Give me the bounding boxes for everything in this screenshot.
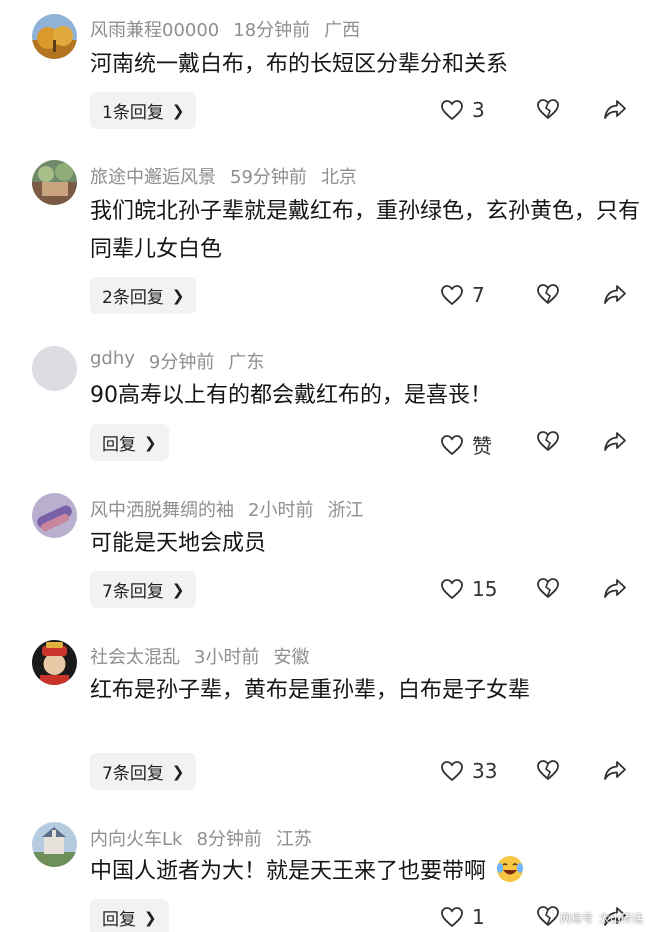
share-arrow-icon (604, 432, 626, 451)
timestamp: 3小时前 (194, 647, 260, 668)
action-bar: 33 (0, 753, 660, 790)
location: 浙江 (327, 500, 364, 521)
heart-outline-icon (441, 907, 463, 928)
location: 北京 (320, 167, 357, 188)
broken-heart-icon (537, 578, 559, 599)
comment-meta: gdhy 9分钟前 广东 (90, 348, 264, 374)
broken-heart-icon (537, 99, 559, 120)
action-bar: 15 (0, 571, 660, 608)
username[interactable]: 社会太混乱 (90, 643, 180, 669)
share-button[interactable] (603, 98, 627, 120)
action-bar: 7 (0, 277, 660, 314)
comment-meta: 风中洒脱舞绸的袖 2小时前 浙江 (90, 496, 363, 522)
timestamp: 9分钟前 (148, 352, 215, 373)
share-button[interactable] (603, 283, 627, 305)
avatar-image (32, 160, 77, 205)
location: 广东 (228, 352, 265, 373)
comment-text: 90高寿以上有的都会戴红布的，是喜丧！ (90, 383, 492, 408)
timestamp: 59分钟前 (230, 167, 307, 188)
broken-heart-icon (537, 760, 559, 781)
timestamp: 8分钟前 (196, 829, 262, 850)
avatar[interactable] (32, 493, 77, 538)
comment-text: 中国人逝者为大！就是天王来了也要带啊 (90, 853, 635, 891)
location: 安徽 (273, 647, 310, 668)
avatar-image (32, 822, 77, 867)
location: 广西 (324, 20, 361, 41)
comment-meta: 内向火车Lk 8分钟前 江苏 (90, 825, 312, 851)
comment-text: 红布是孙子辈，黄布是重孙辈，白布是子女辈 (90, 678, 531, 703)
share-button[interactable] (603, 759, 627, 781)
share-arrow-icon (604, 100, 626, 119)
timestamp: 18分钟前 (233, 20, 311, 41)
share-arrow-icon (604, 579, 626, 598)
avatar-image (32, 14, 77, 59)
broken-heart-icon (537, 431, 559, 452)
like-button[interactable]: 33 (440, 759, 497, 783)
timestamp: 2小时前 (248, 500, 314, 521)
username[interactable]: gdhy (90, 348, 135, 374)
laughing-crying-emoji-icon (497, 856, 524, 882)
avatar-image (32, 346, 77, 391)
action-bar: 3 (0, 92, 660, 129)
avatar[interactable] (32, 822, 77, 867)
avatar[interactable] (32, 640, 77, 685)
username[interactable]: 内向火车Lk (90, 825, 182, 851)
share-button[interactable] (603, 577, 627, 599)
share-button[interactable] (603, 430, 627, 452)
comment-meta: 风雨兼程00000 18分钟前 广西 (90, 16, 360, 42)
action-bar: 赞 (0, 424, 660, 461)
watermark-author: 太山砖话 (599, 912, 643, 925)
like-count: 3 (472, 98, 485, 122)
avatar-image (32, 493, 77, 538)
like-count: 15 (472, 577, 498, 601)
dislike-button[interactable] (536, 905, 560, 927)
avatar-image (32, 640, 77, 685)
comment-text: 我们皖北孙子辈就是戴红布，重孙绿色，玄孙黄色，只有同辈儿女白色 (90, 199, 641, 262)
comment-text: 可能是天地会成员 (90, 531, 267, 556)
comment-meta: 社会太混乱 3小时前 安徽 (90, 643, 309, 669)
comment-meta: 旅途中邂逅风景 59分钟前 北京 (90, 163, 357, 189)
avatar[interactable] (32, 160, 77, 205)
comment-text: 河南统一戴白布，布的长短区分辈分和关系 (90, 52, 509, 77)
like-button[interactable]: 15 (440, 577, 497, 601)
dislike-button[interactable] (536, 430, 560, 452)
watermark-source: 网易号 (560, 912, 593, 925)
comment-text-content: 中国人逝者为大！就是天王来了也要带啊 (90, 859, 487, 884)
like-button[interactable]: 赞 (440, 430, 492, 459)
heart-outline-icon (441, 434, 463, 455)
avatar[interactable] (32, 14, 77, 59)
like-count: 1 (472, 905, 485, 929)
location: 江苏 (275, 829, 312, 850)
username[interactable]: 风中洒脱舞绸的袖 (90, 496, 234, 522)
broken-heart-icon (537, 284, 559, 305)
like-count: 33 (472, 759, 498, 783)
like-button[interactable]: 1 (440, 905, 485, 929)
like-count: 赞 (472, 434, 492, 458)
username[interactable]: 旅途中邂逅风景 (90, 163, 216, 189)
like-button[interactable]: 7 (440, 283, 485, 307)
dislike-button[interactable] (536, 577, 560, 599)
heart-outline-icon (441, 285, 463, 306)
dislike-button[interactable] (536, 283, 560, 305)
share-arrow-icon (604, 285, 626, 304)
username[interactable]: 风雨兼程00000 (90, 16, 219, 42)
like-count: 7 (472, 283, 485, 307)
share-arrow-icon (604, 761, 626, 780)
dislike-button[interactable] (536, 98, 560, 120)
avatar[interactable] (32, 346, 77, 391)
broken-heart-icon (537, 906, 559, 927)
dislike-button[interactable] (536, 759, 560, 781)
heart-outline-icon (441, 579, 463, 600)
like-button[interactable]: 3 (440, 98, 485, 122)
watermark: 网易号 太山砖话 (560, 910, 643, 926)
heart-outline-icon (441, 100, 463, 121)
heart-outline-icon (441, 761, 463, 782)
